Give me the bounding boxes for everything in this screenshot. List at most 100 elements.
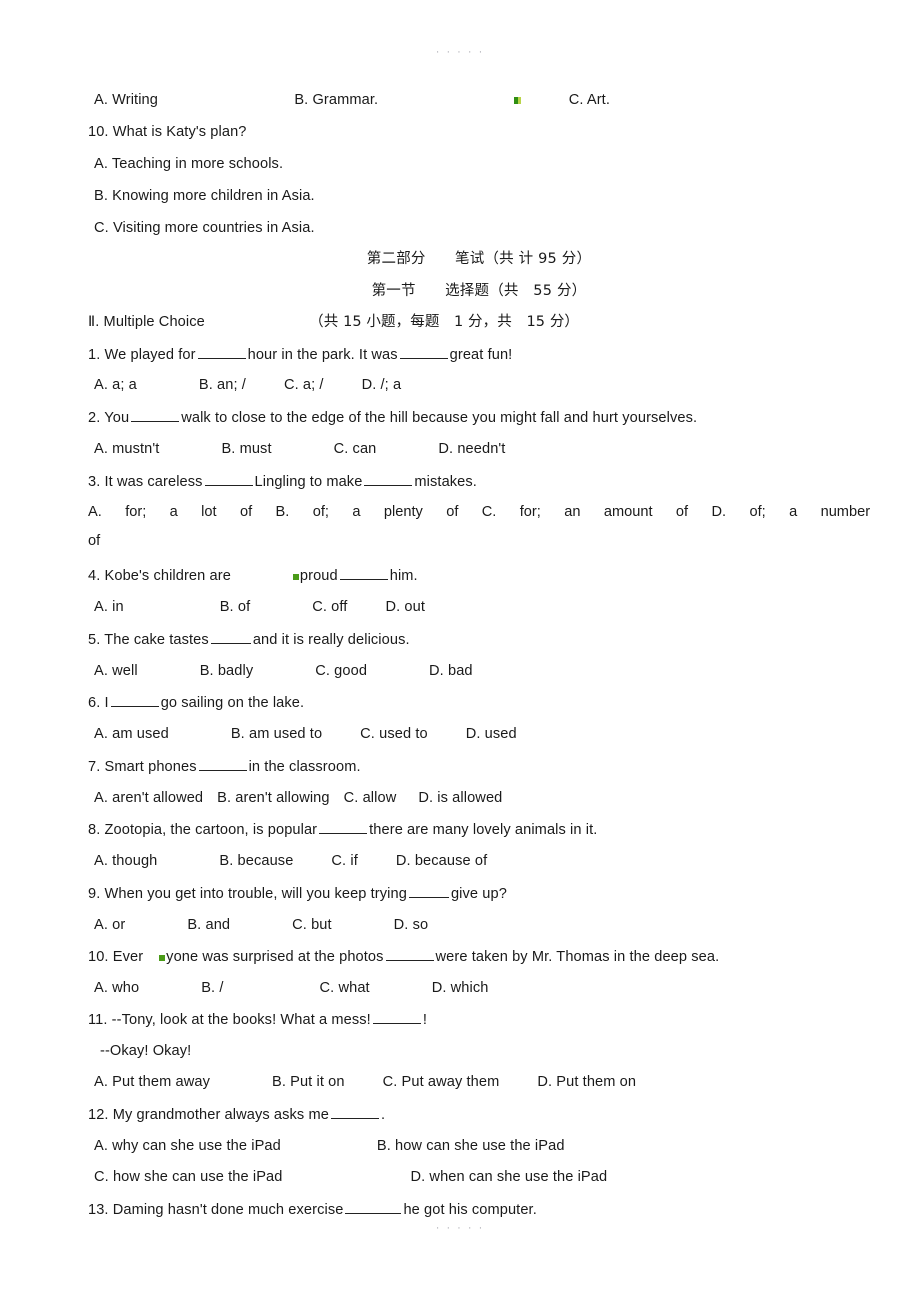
answer-blank[interactable] (131, 409, 180, 422)
option-c: C. a; / (283, 377, 324, 393)
option-c: C. good (315, 663, 368, 679)
stem-part: were taken by Mr. Thomas in the deep sea… (435, 949, 720, 965)
option-c: C. off (312, 599, 348, 615)
answer-blank[interactable] (210, 631, 251, 644)
stem-part: Kobe's children are (104, 568, 231, 584)
answer-blank[interactable] (408, 885, 449, 898)
option-b: B. Grammar. (294, 92, 379, 108)
option-a-part: of (239, 504, 253, 520)
question-stem-13: 13. Daming hasn't done much exercise he g… (88, 1201, 537, 1219)
option-a: A. well (94, 663, 138, 679)
option-c: C. Art. (568, 92, 610, 108)
answer-blank[interactable] (198, 758, 247, 771)
question-options-12-row2: C. how she can use the iPad D. when can s… (88, 1169, 607, 1186)
question-options-6: A. am used B. am used to C. used to D. used (88, 726, 517, 743)
green-annotation-mark (159, 955, 166, 961)
listening-q10-option-c: C. Visiting more countries in Asia. (94, 220, 315, 236)
listening-q9-options-row: A. Writing B. Grammar. C. Art. (88, 92, 610, 109)
answer-blank[interactable] (385, 948, 434, 961)
option-b: B. because (219, 853, 294, 869)
answer-blank[interactable] (372, 1011, 421, 1024)
option-b: B. how can she use the iPad (376, 1138, 565, 1154)
stem-part: It was careless (104, 474, 203, 490)
option-d: D. used (465, 726, 517, 742)
green-annotation-mark (514, 97, 522, 104)
option-b: B. badly (199, 663, 254, 679)
question-number: 9. (88, 886, 101, 902)
question-number: 5. (88, 632, 101, 648)
option-d: D. out (385, 599, 425, 615)
option-a: A. aren't allowed (94, 790, 204, 806)
option-a: A. who (94, 980, 140, 996)
part-two-heading: 第二部分 笔试（共 计 95 分） (366, 251, 592, 267)
question-stem-8: 8. Zootopia, the cartoon, is popular ther… (88, 821, 597, 839)
answer-blank[interactable] (345, 1201, 402, 1214)
option-c-part: an amount of (564, 504, 689, 520)
option-b-part: a plenty (352, 504, 423, 520)
option-d-part: of; (749, 504, 766, 520)
option-d: D. which (431, 980, 489, 996)
stem-part: ! (422, 1012, 427, 1028)
question-stem-7: 7. Smart phones in the classroom. (88, 758, 361, 776)
question-number: 1. (88, 347, 101, 363)
stem-part: him. (389, 568, 418, 584)
question-number: 6. (88, 695, 101, 711)
section-one-heading: 第一节 选择题（共 55 分） (371, 283, 587, 299)
option-a: A. Writing (94, 92, 158, 108)
option-d: D. so (393, 917, 429, 933)
question-options-5: A. well B. badly C. good D. bad (88, 663, 473, 680)
option-b-part: of (446, 504, 459, 520)
stem-part: proud (299, 568, 338, 584)
stem-part: --Tony, look at the books! What a mess! (111, 1012, 371, 1028)
question-11-reply: --Okay! Okay! (100, 1043, 192, 1059)
option-d-wrap: of (88, 533, 101, 549)
option-d-part: a number (789, 504, 871, 520)
multiple-choice-heading: Ⅱ. Multiple Choice （共 15 小题，每题 1 分，共 15 … (88, 314, 579, 331)
option-b: B. and (187, 917, 231, 933)
question-options-10: A. who B. / C. what D. which (88, 980, 488, 997)
stem-part: in the classroom. (248, 759, 361, 775)
section-title: . Multiple Choice (95, 314, 205, 330)
option-c: C. but (292, 917, 332, 933)
option-d: D. when can she use the iPad (410, 1169, 608, 1185)
answer-blank[interactable] (204, 473, 253, 486)
answer-blank[interactable] (110, 694, 159, 707)
answer-blank[interactable] (319, 821, 368, 834)
question-number: 13. (88, 1202, 109, 1218)
document-page: · · · · · · · · · · A. Writing B. Gramma… (0, 0, 920, 1303)
question-number: 12. (88, 1107, 109, 1123)
answer-blank[interactable] (339, 567, 388, 580)
question-options-3: A. for; a lot of B. of; a plenty of C. f… (88, 498, 870, 556)
option-c: C. used to (360, 726, 428, 742)
option-b: B. / (201, 980, 224, 996)
option-c: C. if (331, 853, 358, 869)
question-stem-10: 10. Ever yone was surprised at the photos… (88, 948, 719, 966)
option-c: C. allow (343, 790, 397, 806)
option-a: A. mustn't (94, 441, 160, 457)
listening-q10-option-a: A. Teaching in more schools. (94, 156, 284, 172)
question-options-9: A. or B. and C. but D. so (88, 917, 428, 934)
option-b: B. am used to (230, 726, 323, 742)
question-stem-11: 11. --Tony, look at the books! What a me… (88, 1011, 427, 1029)
option-d: D. Put them on (537, 1074, 637, 1090)
answer-blank[interactable] (364, 473, 413, 486)
option-a: A. though (94, 853, 158, 869)
option-letter-a: A. (88, 504, 102, 520)
listening-q10-stem: 10. What is Katy's plan? (88, 124, 247, 140)
answer-blank[interactable] (197, 346, 246, 359)
stem-part: he got his computer. (403, 1202, 537, 1218)
section-score-note: （共 15 小题，每题 1 分，共 15 分） (309, 314, 580, 330)
option-a-part: for; (125, 504, 147, 520)
question-number: 3. (88, 474, 101, 490)
question-options-11: A. Put them away B. Put it on C. Put away … (88, 1074, 636, 1091)
answer-blank[interactable] (330, 1106, 379, 1119)
answer-blank[interactable] (399, 346, 448, 359)
question-options-7: A. aren't allowed B. aren't allowing C. al… (88, 790, 502, 807)
green-annotation-mark (292, 574, 299, 580)
stem-part: My grandmother always asks me (112, 1107, 329, 1123)
question-options-1: A. a; a B. an; / C. a; / D. /; a (88, 377, 401, 394)
stem-part: Daming hasn't done much exercise (112, 1202, 344, 1218)
option-c: C. Put away them (382, 1074, 500, 1090)
option-b: B. Put it on (271, 1074, 345, 1090)
option-d: D. because of (395, 853, 488, 869)
